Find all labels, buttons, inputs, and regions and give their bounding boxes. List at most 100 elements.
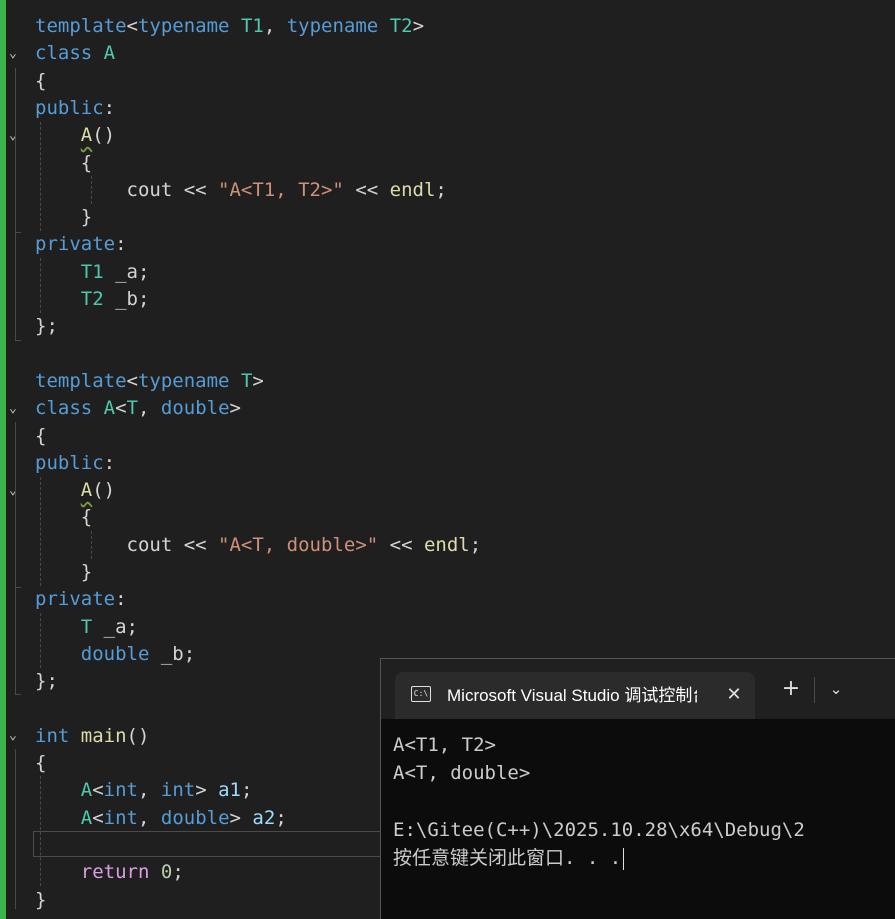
- code-line[interactable]: }: [35, 887, 46, 914]
- code-line[interactable]: {: [35, 423, 46, 450]
- code-token: }: [80, 561, 93, 583]
- console-window[interactable]: C:\ Microsoft Visual Studio 调试控制台 ✕ + ⌄ …: [380, 658, 895, 919]
- fold-region-end: [15, 694, 21, 695]
- code-token: >: [229, 397, 241, 419]
- code-line[interactable]: };: [35, 313, 58, 340]
- code-line[interactable]: {: [35, 750, 46, 777]
- new-tab-plus-icon[interactable]: +: [776, 674, 806, 704]
- fold-region-line: [15, 68, 16, 340]
- code-line[interactable]: A<int, int> a1;: [35, 777, 253, 804]
- code-token: int: [103, 779, 138, 801]
- code-line[interactable]: }: [35, 559, 92, 586]
- code-token: ;: [435, 179, 447, 201]
- code-token: ,: [138, 807, 161, 829]
- close-icon[interactable]: ✕: [721, 682, 747, 708]
- console-tab-title: Microsoft Visual Studio 调试控制台: [447, 686, 697, 705]
- current-line-highlight: [33, 831, 383, 857]
- fold-chevron-icon[interactable]: ⌄: [9, 395, 21, 422]
- console-output-line: A<T1, T2>: [393, 734, 496, 756]
- code-line[interactable]: {: [35, 504, 92, 531]
- code-line[interactable]: {: [35, 68, 46, 95]
- code-token: endl: [423, 534, 470, 556]
- code-token: (): [126, 725, 150, 747]
- code-token: >: [195, 779, 219, 801]
- code-token: template: [35, 370, 127, 392]
- code-line[interactable]: {: [35, 150, 92, 177]
- code-line[interactable]: double _b;: [35, 641, 195, 668]
- text-cursor: [623, 847, 625, 870]
- fold-chevron-icon[interactable]: ⌄: [9, 40, 21, 67]
- code-line[interactable]: int main(): [35, 723, 149, 750]
- fold-region-end: [15, 587, 21, 588]
- console-output-line: E:\Gitee(C++)\2025.10.28\x64\Debug\2: [393, 819, 805, 841]
- code-token: T: [80, 616, 93, 638]
- code-line[interactable]: class A<T, double>: [35, 395, 241, 422]
- code-token: endl: [389, 179, 436, 201]
- code-token: <: [115, 397, 127, 419]
- code-token: "A<T, double>": [218, 534, 379, 556]
- code-line[interactable]: return 0;: [35, 859, 184, 886]
- code-line[interactable]: template<typename T1, typename T2>: [35, 13, 424, 40]
- code-line[interactable]: public:: [35, 95, 115, 122]
- code-token: <: [126, 15, 138, 37]
- code-token: ,: [138, 779, 161, 801]
- code-line[interactable]: public:: [35, 450, 115, 477]
- code-token: };: [35, 670, 58, 692]
- code-token: };: [35, 315, 58, 337]
- code-token: private: [35, 588, 116, 610]
- code-token: a2: [252, 807, 276, 829]
- code-token: 0: [160, 861, 173, 883]
- code-line[interactable]: cout << "A<T1, T2>" << endl;: [35, 177, 447, 204]
- code-line[interactable]: A(): [35, 122, 115, 149]
- code-token: cout: [126, 534, 173, 556]
- code-token: (): [92, 479, 116, 501]
- code-token: <<: [378, 534, 424, 556]
- code-token: _b;: [149, 643, 196, 665]
- console-output-line: A<T, double>: [393, 762, 531, 784]
- code-line[interactable]: T _a;: [35, 614, 138, 641]
- code-line[interactable]: A<int, double> a2;: [35, 805, 287, 832]
- code-line[interactable]: template<typename T>: [35, 368, 264, 395]
- code-line[interactable]: cout << "A<T, double>" << endl;: [35, 532, 482, 559]
- code-line[interactable]: }: [35, 204, 92, 231]
- code-token: T: [126, 397, 139, 419]
- console-tab[interactable]: C:\ Microsoft Visual Studio 调试控制台 ✕: [395, 672, 755, 719]
- code-token: double: [160, 807, 230, 829]
- code-token: _a;: [103, 261, 150, 283]
- fold-chevron-icon[interactable]: ⌄: [9, 722, 21, 749]
- code-line[interactable]: private:: [35, 231, 127, 258]
- fold-region-end: [15, 232, 21, 233]
- code-line[interactable]: A(): [35, 477, 115, 504]
- code-line[interactable]: T2 _b;: [35, 286, 150, 313]
- code-token: (): [92, 124, 116, 146]
- code-token: <<: [172, 179, 219, 201]
- code-token: <: [126, 370, 138, 392]
- code-line[interactable]: };: [35, 668, 58, 695]
- code-token: <<: [343, 179, 390, 201]
- code-line[interactable]: private:: [35, 586, 127, 613]
- code-token: :: [103, 452, 116, 474]
- fold-region-line: [15, 749, 16, 909]
- code-line[interactable]: class A: [35, 40, 115, 67]
- chevron-down-icon[interactable]: ⌄: [821, 674, 851, 704]
- code-token: int: [103, 807, 138, 829]
- code-token: return: [80, 861, 150, 883]
- code-token: >: [229, 807, 253, 829]
- code-token: ,: [138, 397, 161, 419]
- code-token: >: [412, 15, 425, 37]
- code-line[interactable]: T1 _a;: [35, 259, 150, 286]
